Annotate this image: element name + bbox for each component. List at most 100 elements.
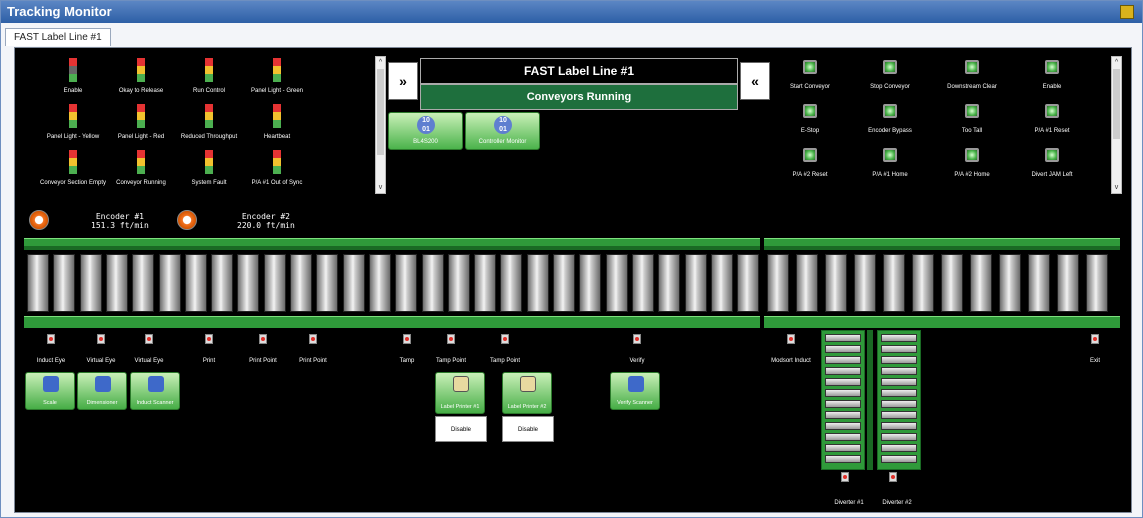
- control-button-label: E-Stop: [800, 128, 820, 134]
- control-button-label: Downstream Clear: [947, 84, 997, 90]
- control-button-label: Encoder Bypass: [868, 128, 912, 134]
- device-verify-scanner[interactable]: Verify Scanner: [610, 372, 660, 410]
- photo-eye-icon[interactable]: [47, 334, 55, 344]
- control-button[interactable]: [965, 60, 979, 74]
- control-button[interactable]: [803, 148, 817, 162]
- sensor-label: Modsort Induct: [771, 358, 811, 364]
- diverter-slat: [825, 367, 861, 375]
- encoder-2-gauge-icon: [177, 210, 197, 230]
- binary-icon: 10 01: [417, 116, 435, 134]
- binary-icon: 10 01: [494, 116, 512, 134]
- controller-monitor[interactable]: 10 01 Controller Monitor: [465, 112, 540, 150]
- window-titlebar: Tracking Monitor: [1, 1, 1142, 23]
- control-button-label: P/A #1 Home: [872, 172, 908, 178]
- control-button[interactable]: [883, 104, 897, 118]
- device-induct-scanner[interactable]: Induct Scanner: [130, 372, 180, 410]
- photo-eye-icon[interactable]: [97, 334, 105, 344]
- diverter-slat: [825, 455, 861, 463]
- control-button-label: P/A #2 Reset: [792, 172, 828, 178]
- diverter-slat: [881, 345, 917, 353]
- tracking-panel: ^ v » FAST Label Line #1 Conveyors Runni…: [14, 47, 1132, 513]
- printer-icon: [453, 376, 469, 392]
- control-button[interactable]: [803, 60, 817, 74]
- printer-1-disable-button[interactable]: Disable: [435, 416, 487, 442]
- diverter-slat: [825, 378, 861, 386]
- roller: [970, 254, 992, 312]
- diverter-slat: [881, 444, 917, 452]
- roller: [684, 254, 707, 312]
- roller: [290, 254, 312, 312]
- nav-collapse-button[interactable]: «: [740, 62, 770, 100]
- control-button[interactable]: [1045, 60, 1059, 74]
- window-title: Tracking Monitor: [7, 4, 112, 19]
- photo-eye-icon[interactable]: [501, 334, 509, 344]
- indicator-label: Conveyor Section Empty: [39, 180, 107, 186]
- stack-light-icon: [137, 58, 145, 82]
- roller: [999, 254, 1021, 312]
- control-button[interactable]: [1045, 104, 1059, 118]
- control-button-label: Too Tall: [961, 128, 983, 134]
- sensor-label: Verify: [629, 358, 645, 364]
- photo-eye-icon[interactable]: [259, 334, 267, 344]
- roller: [1028, 254, 1050, 312]
- line-title: FAST Label Line #1: [420, 58, 738, 84]
- photo-eye-icon[interactable]: [447, 334, 455, 344]
- stack-light-icon: [69, 58, 77, 82]
- printer-2-disable-button[interactable]: Disable: [502, 416, 554, 442]
- control-button[interactable]: [883, 148, 897, 162]
- control-button[interactable]: [965, 148, 979, 162]
- control-button-label: P/A #1 Reset: [1034, 128, 1070, 134]
- diverter-slat: [825, 389, 861, 397]
- roller: [237, 254, 260, 312]
- photo-eye-icon[interactable]: [1091, 334, 1099, 344]
- scale-icon: [43, 376, 59, 392]
- roller: [421, 254, 444, 312]
- indicator-label: Okay to Release: [118, 88, 164, 94]
- tab-fast-label-line-1[interactable]: FAST Label Line #1: [5, 28, 111, 46]
- indicator-scrollbar[interactable]: ^ v: [375, 56, 386, 194]
- photo-eye-icon[interactable]: [403, 334, 411, 344]
- roller: [605, 254, 628, 312]
- photo-eye-icon[interactable]: [633, 334, 641, 344]
- photo-eye-icon[interactable]: [787, 334, 795, 344]
- tracking-monitor-window: Tracking Monitor FAST Label Line #1 ^ v …: [0, 0, 1143, 518]
- photo-eye-icon[interactable]: [309, 334, 317, 344]
- control-button[interactable]: [965, 104, 979, 118]
- stack-light-icon: [273, 150, 281, 174]
- device-label-printer-2[interactable]: Label Printer #2: [502, 372, 552, 414]
- diverter-slat: [881, 455, 917, 463]
- button-scrollbar[interactable]: ^ v: [1111, 56, 1122, 194]
- photo-eye-icon[interactable]: [145, 334, 153, 344]
- roller: [132, 254, 155, 312]
- control-button-label: Enable: [1042, 84, 1062, 90]
- device-label-printer-1[interactable]: Label Printer #1: [435, 372, 485, 414]
- control-button[interactable]: [1045, 148, 1059, 162]
- stack-light-icon: [205, 58, 213, 82]
- conveyor-1-top-rail: [24, 238, 760, 246]
- roller: [500, 254, 523, 312]
- encoder-1-readout: Encoder #1 151.3 ft/min: [91, 212, 149, 230]
- control-button[interactable]: [803, 104, 817, 118]
- roller: [79, 254, 102, 312]
- indicator-label: Panel Light - Green: [250, 88, 304, 94]
- controller-bl4s200[interactable]: 10 01 BL4S200: [388, 112, 463, 150]
- control-button[interactable]: [883, 60, 897, 74]
- roller: [767, 254, 789, 312]
- diverter-1-sensor-icon[interactable]: [841, 472, 849, 482]
- alert-icon[interactable]: [1120, 5, 1134, 19]
- device-scale[interactable]: Scale: [25, 372, 75, 410]
- conveyor-1-bottom-rail: [24, 316, 760, 328]
- control-button-label: P/A #2 Home: [954, 172, 990, 178]
- photo-eye-icon[interactable]: [205, 334, 213, 344]
- diverter-slat: [881, 433, 917, 441]
- roller: [368, 254, 391, 312]
- indicator-label: System Fault: [191, 180, 227, 186]
- nav-expand-button[interactable]: »: [388, 62, 418, 100]
- tab-strip: FAST Label Line #1: [5, 27, 111, 46]
- diverter-slat: [881, 334, 917, 342]
- stack-light-icon: [69, 104, 77, 128]
- diverter-1-label: Diverter #1: [834, 500, 864, 506]
- device-dimensioner[interactable]: Dimensioner: [77, 372, 127, 410]
- diverter-2-sensor-icon[interactable]: [889, 472, 897, 482]
- indicator-label: P/A #1 Out of Sync: [251, 180, 303, 186]
